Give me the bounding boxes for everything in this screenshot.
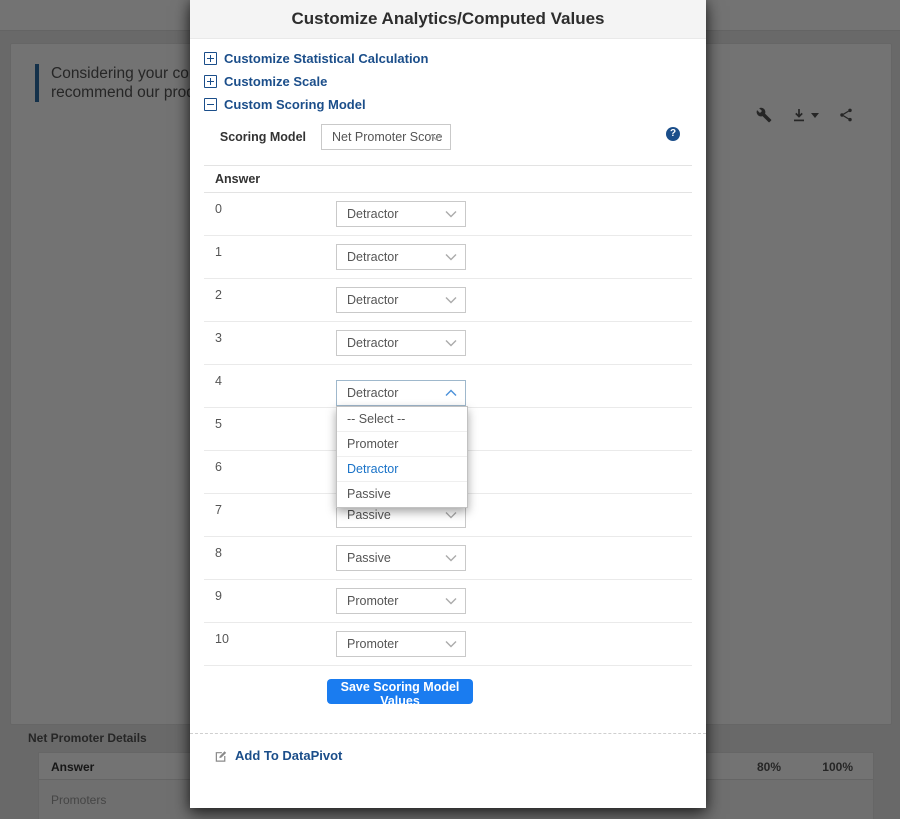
dropdown-option[interactable]: -- Select -- — [337, 407, 467, 432]
dropdown-option[interactable]: Passive — [337, 482, 467, 507]
selected-value: Detractor — [347, 386, 398, 400]
value-select[interactable]: Detractor — [336, 244, 466, 270]
answer-row: 4 Detractor -- Select --PromoterDetracto… — [204, 365, 692, 408]
modal-title: Customize Analytics/Computed Values — [190, 0, 706, 39]
scoring-model-select[interactable]: Net Promoter Score — [321, 124, 451, 150]
answer-label: 4 — [215, 374, 222, 388]
value-select[interactable]: Passive — [336, 545, 466, 571]
selected-value: Detractor — [347, 250, 398, 264]
answer-label: 10 — [215, 632, 229, 646]
save-scoring-model-values-button[interactable]: Save Scoring Model Values — [327, 679, 473, 704]
answer-label: 5 — [215, 417, 222, 431]
answer-label: 2 — [215, 288, 222, 302]
answer-label: 3 — [215, 331, 222, 345]
section-label: Custom Scoring Model — [224, 97, 366, 112]
answer-row: 3 Detractor — [204, 322, 692, 365]
chevron-down-icon — [445, 511, 457, 519]
answer-label: 1 — [215, 245, 222, 259]
answer-label: 6 — [215, 460, 222, 474]
chevron-down-icon — [445, 597, 457, 605]
answer-row: 1 Detractor — [204, 236, 692, 279]
selected-value: Detractor — [347, 207, 398, 221]
help-icon[interactable]: ? — [666, 127, 680, 141]
section-label: Customize Statistical Calculation — [224, 51, 428, 66]
dropdown-option[interactable]: Promoter — [337, 432, 467, 457]
screen: Considering your com recommend our produ… — [0, 0, 900, 819]
answer-rows: 0 Detractor 1 Detractor 2 Detractor 3 D — [204, 193, 692, 666]
chevron-down-icon — [445, 640, 457, 648]
add-to-datapivot-link[interactable]: Add To DataPivot — [214, 748, 342, 763]
answer-label: 8 — [215, 546, 222, 560]
answer-label: 0 — [215, 202, 222, 216]
customize-analytics-modal: Customize Analytics/Computed Values Cust… — [190, 0, 706, 808]
selected-value: Promoter — [347, 637, 398, 651]
answer-row: 8 Passive — [204, 537, 692, 580]
chevron-down-icon — [445, 554, 457, 562]
selected-value: Passive — [347, 508, 391, 522]
section-customize-scale[interactable]: Customize Scale — [204, 70, 706, 93]
scoring-model-label: Scoring Model — [190, 130, 306, 144]
expand-plus-icon[interactable] — [204, 52, 217, 65]
answer-label: 7 — [215, 503, 222, 517]
scoring-model-row: Scoring Model Net Promoter Score ? — [190, 118, 706, 158]
answer-column-header: Answer — [215, 172, 260, 186]
answer-label: 9 — [215, 589, 222, 603]
divider — [190, 733, 706, 734]
section-custom-scoring-model[interactable]: Custom Scoring Model — [204, 93, 706, 116]
selected-value: Net Promoter Score — [332, 130, 442, 144]
chevron-down-icon — [445, 210, 457, 218]
add-to-datapivot-label: Add To DataPivot — [235, 748, 342, 763]
accordion-sections: Customize Statistical Calculation Custom… — [190, 39, 706, 116]
value-select[interactable]: Detractor -- Select --PromoterDetractorP… — [336, 380, 466, 406]
answer-row: 10 Promoter — [204, 623, 692, 666]
answer-row: 9 Promoter — [204, 580, 692, 623]
value-select[interactable]: Promoter — [336, 588, 466, 614]
selected-value: Passive — [347, 551, 391, 565]
chevron-down-icon — [445, 339, 457, 347]
expand-plus-icon[interactable] — [204, 75, 217, 88]
selected-value: Detractor — [347, 293, 398, 307]
dropdown-option-list: -- Select --PromoterDetractorPassive — [336, 406, 468, 508]
chevron-down-icon — [445, 253, 457, 261]
section-customize-statistical-calculation[interactable]: Customize Statistical Calculation — [204, 47, 706, 70]
selected-value: Promoter — [347, 594, 398, 608]
selected-value: Detractor — [347, 336, 398, 350]
chevron-down-icon — [445, 296, 457, 304]
answer-table-header: Answer — [204, 165, 692, 193]
value-select[interactable]: Detractor — [336, 201, 466, 227]
answer-row: 0 Detractor — [204, 193, 692, 236]
edit-icon — [214, 749, 228, 763]
section-label: Customize Scale — [224, 74, 327, 89]
chevron-down-icon — [445, 389, 457, 397]
value-select[interactable]: Detractor — [336, 287, 466, 313]
dropdown-option[interactable]: Detractor — [337, 457, 467, 482]
value-select[interactable]: Promoter — [336, 631, 466, 657]
value-select[interactable]: Detractor — [336, 330, 466, 356]
chevron-down-icon — [430, 133, 442, 141]
answer-table: Answer 0 Detractor 1 Detractor 2 Detract… — [204, 165, 692, 666]
answer-row: 2 Detractor — [204, 279, 692, 322]
collapse-minus-icon[interactable] — [204, 98, 217, 111]
